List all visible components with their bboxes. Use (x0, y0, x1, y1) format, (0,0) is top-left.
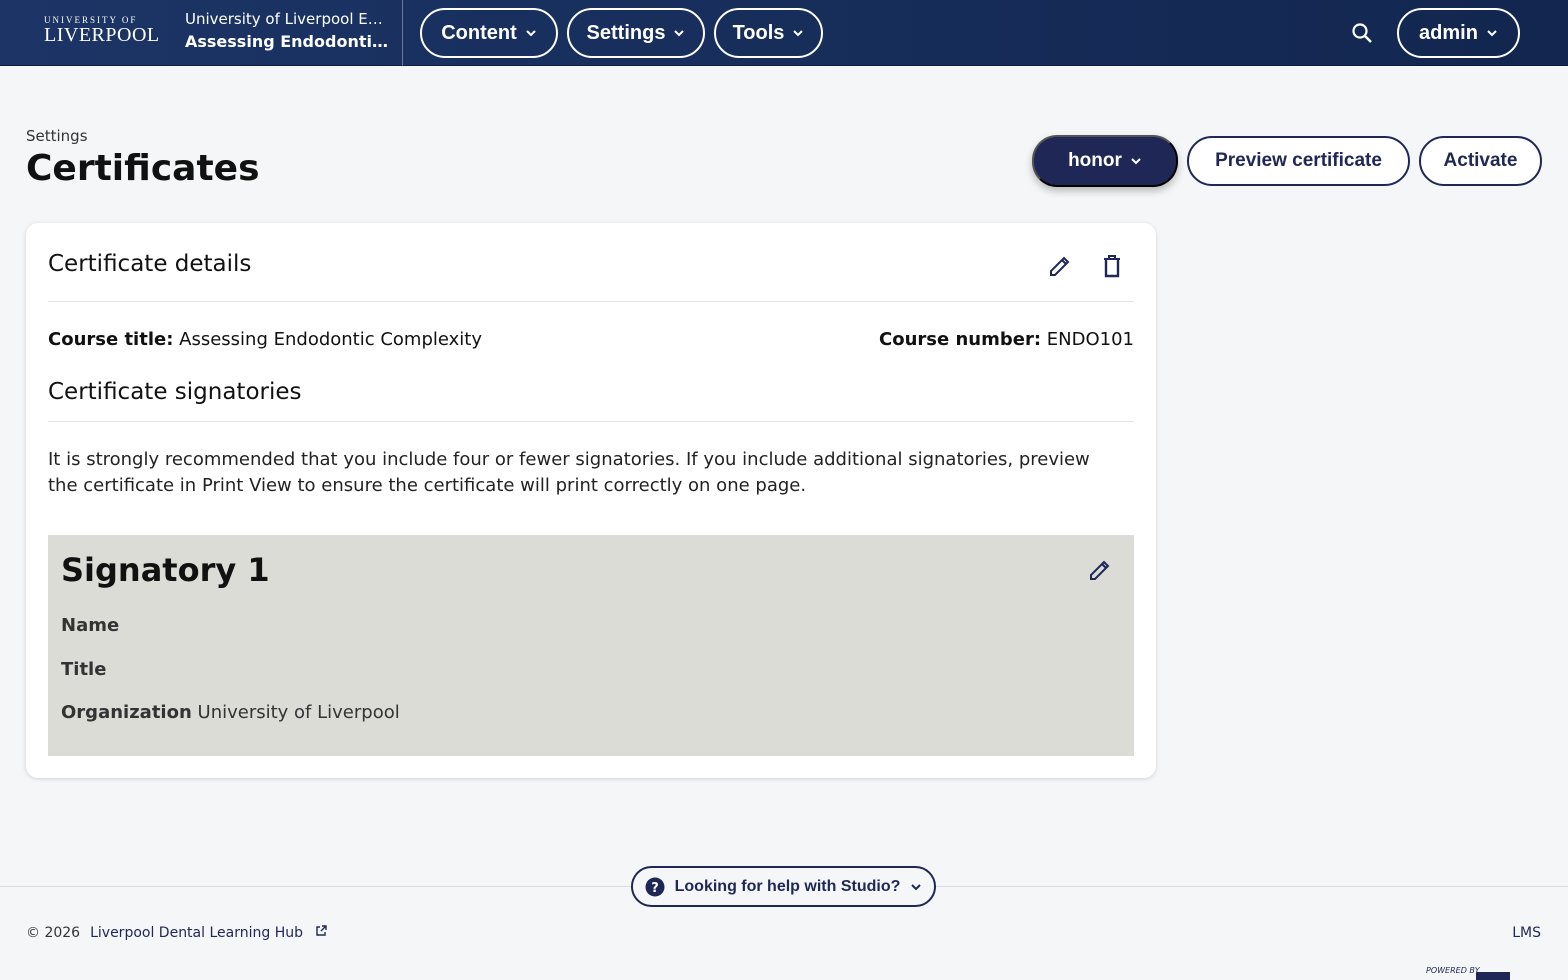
content-menu-label: Content (441, 21, 517, 44)
course-title-value: Assessing Endodontic Complexity (179, 329, 483, 350)
course-title-row: Course title: Assessing Endodontic Compl… (48, 329, 482, 350)
user-menu-button[interactable]: admin (1397, 8, 1520, 58)
content-menu-button[interactable]: Content (420, 8, 558, 58)
breadcrumb: Settings (26, 127, 88, 145)
chevron-down-icon (674, 30, 685, 37)
search-icon (1352, 23, 1372, 43)
top-header: UNIVERSITY OF LIVERPOOL University of Li… (0, 0, 1568, 66)
header-divider (402, 0, 403, 66)
preview-certificate-button[interactable]: Preview certificate (1187, 136, 1410, 186)
settings-menu-label: Settings (586, 21, 666, 44)
powered-by-text: POWERED BY (1426, 966, 1480, 975)
course-number-row: Course number: ENDO101 (879, 329, 1134, 350)
lms-link[interactable]: LMS (1512, 925, 1541, 941)
copyright-text: © 2026 (26, 925, 81, 941)
tools-menu-button[interactable]: Tools (714, 8, 823, 58)
pencil-icon (1090, 560, 1110, 580)
course-number-label: Course number: (879, 329, 1042, 350)
certificate-details-card: Certificate details Course title: Assess… (26, 223, 1156, 778)
studio-help-button[interactable]: ? Looking for help with Studio? (631, 866, 936, 907)
delete-certificate-button[interactable] (1096, 250, 1128, 282)
page-title: Certificates (26, 148, 260, 189)
signatory-organization-value: University of Liverpool (197, 702, 400, 723)
signatory-panel: Signatory 1 Name Title Organization Univ… (48, 535, 1134, 756)
certificate-mode-label: honor (1068, 150, 1122, 171)
signatories-title: Certificate signatories (48, 379, 302, 405)
activate-button[interactable]: Activate (1419, 136, 1542, 186)
certificate-mode-dropdown[interactable]: honor (1032, 135, 1178, 187)
signatory-title: Signatory 1 (61, 551, 270, 589)
course-name: Assessing Endodonti... (185, 32, 390, 51)
pencil-icon (1050, 256, 1070, 276)
course-meta: University of Liverpool EN... Assessing … (185, 10, 390, 51)
signatory-organization-row: Organization University of Liverpool (61, 702, 400, 723)
course-number-value: ENDO101 (1046, 329, 1134, 350)
org-name: University of Liverpool EN... (185, 10, 390, 28)
external-link-icon (316, 925, 328, 936)
user-name: admin (1419, 21, 1478, 44)
signatories-divider (48, 421, 1134, 422)
signatory-name-label: Name (61, 615, 120, 636)
signatory-organization-label: Organization (61, 702, 192, 723)
help-icon: ? (645, 877, 665, 896)
settings-menu-button[interactable]: Settings (567, 8, 705, 58)
signatory-title-row: Title (61, 659, 106, 680)
chevron-down-icon (526, 30, 536, 37)
chevron-down-icon (1487, 30, 1497, 37)
university-logo[interactable]: UNIVERSITY OF LIVERPOOL (38, 12, 160, 48)
learning-hub-link[interactable]: Liverpool Dental Learning Hub (90, 925, 328, 941)
edit-signatory-button[interactable] (1084, 554, 1116, 586)
chevron-down-icon (793, 30, 804, 37)
learning-hub-label: Liverpool Dental Learning Hub (90, 925, 303, 941)
trash-icon (1104, 255, 1120, 278)
course-title-label: Course title: (48, 329, 174, 350)
powered-by-logo[interactable] (1476, 972, 1510, 980)
footer-copyright: © 2026 Liverpool Dental Learning Hub (26, 925, 328, 941)
studio-help-label: Looking for help with Studio? (674, 877, 901, 895)
signatory-name-row: Name (61, 615, 119, 636)
svg-text:?: ? (651, 881, 659, 896)
card-divider (48, 301, 1134, 302)
logo-big-text: LIVERPOOL (44, 23, 160, 46)
edit-certificate-button[interactable] (1044, 250, 1076, 282)
card-title: Certificate details (48, 251, 252, 277)
chevron-down-icon (1131, 158, 1141, 165)
tools-menu-label: Tools (732, 21, 785, 44)
search-button[interactable] (1348, 19, 1376, 47)
signatories-recommendation: It is strongly recommended that you incl… (48, 449, 1090, 496)
chevron-down-icon (911, 883, 922, 890)
signatory-title-label: Title (61, 659, 107, 680)
